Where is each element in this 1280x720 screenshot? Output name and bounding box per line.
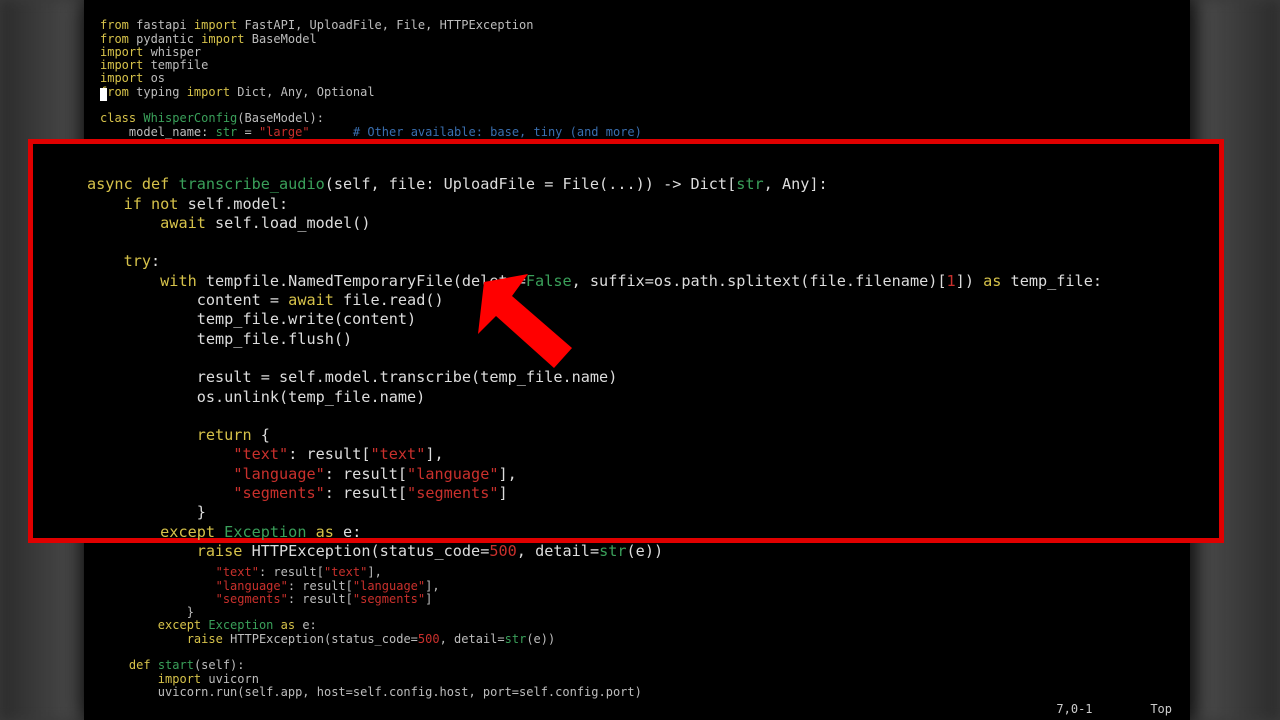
text-cursor [100,88,107,101]
highlighted-code: async def transcribe_audio(self, file: U… [87,156,1102,581]
vim-status-bar: 7,0-1 Top [1056,702,1172,716]
code-highlight-overlay: async def transcribe_audio(self, file: U… [28,139,1224,543]
